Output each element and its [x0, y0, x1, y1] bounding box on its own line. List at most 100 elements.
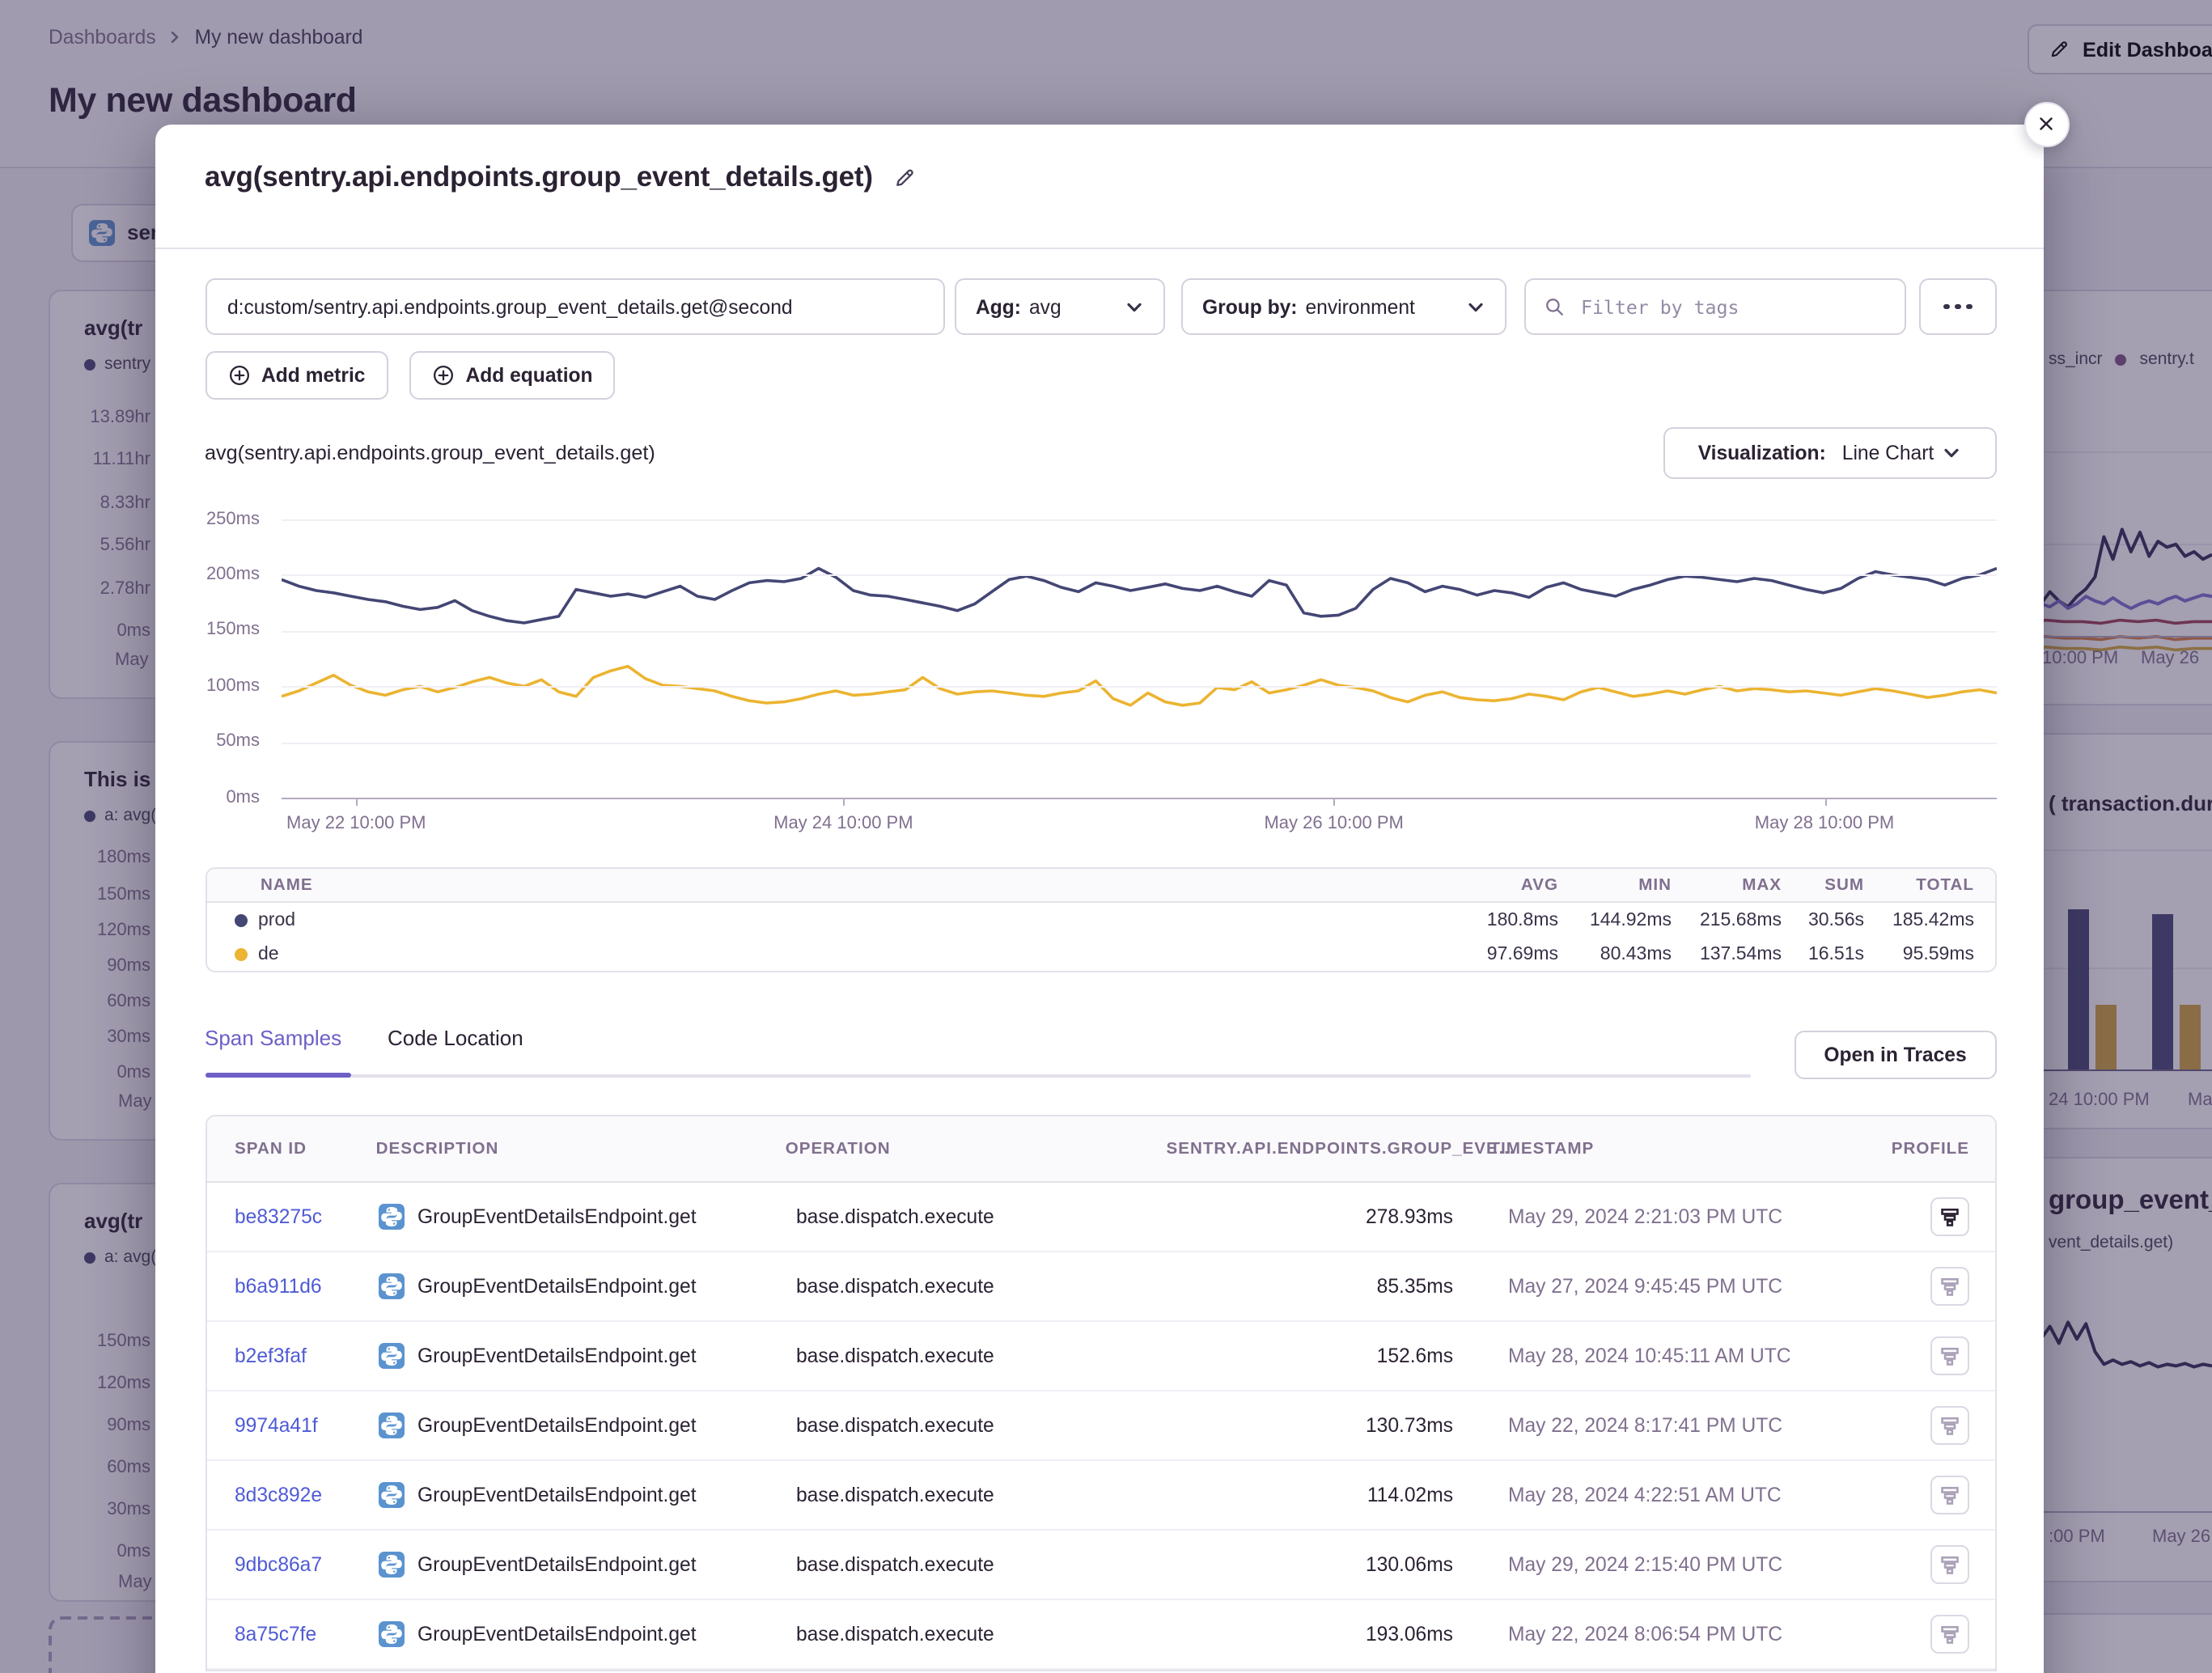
operation-cell: base.dispatch.execute [796, 1553, 1184, 1576]
table-row: 8a75c7fe GroupEventDetailsEndpoint.get b… [206, 1600, 1994, 1670]
rename-button[interactable] [894, 166, 917, 188]
chevron-down-icon [1125, 297, 1144, 316]
close-icon [2036, 113, 2057, 134]
profile-button[interactable] [1930, 1545, 1969, 1584]
visualization-select[interactable]: Visualization: Line Chart [1663, 427, 1996, 479]
series-dot [235, 913, 248, 926]
tag-filter-field [1524, 278, 1906, 335]
span-id-link[interactable]: 9974a41f [235, 1414, 318, 1437]
open-in-traces-button[interactable]: Open in Traces [1795, 1031, 1996, 1079]
profile-button[interactable] [1930, 1406, 1969, 1445]
profile-button[interactable] [1930, 1476, 1969, 1514]
modal-title: avg(sentry.api.endpoints.group_event_det… [205, 160, 873, 194]
gridline [281, 742, 1996, 743]
operation-cell: base.dispatch.execute [796, 1623, 1184, 1645]
col-min: MIN [1558, 876, 1672, 894]
duration-cell: 114.02ms [1184, 1484, 1453, 1506]
metric-query-input[interactable] [206, 295, 943, 318]
profile-icon [1939, 1345, 1961, 1367]
query-controls: Agg:avg Group by:environment [205, 278, 1996, 335]
y-tick-label: 150ms [205, 620, 260, 640]
aggregation-select[interactable]: Agg:avg [955, 278, 1165, 335]
profile-button[interactable] [1930, 1197, 1969, 1236]
duration-cell: 152.6ms [1184, 1345, 1453, 1367]
agg-label: Agg: [976, 295, 1021, 318]
profile-button[interactable] [1930, 1267, 1969, 1306]
description-text: GroupEventDetailsEndpoint.get [417, 1205, 697, 1228]
x-axis-tick [1824, 798, 1826, 806]
plus-circle-icon [227, 364, 250, 387]
col-name: NAME [206, 876, 1429, 894]
y-tick-label: 0ms [205, 787, 260, 807]
chart-title: avg(sentry.api.endpoints.group_event_det… [205, 442, 655, 464]
series-dot [235, 947, 248, 960]
col-operation: OPERATION [786, 1140, 1167, 1158]
span-id-link[interactable]: b2ef3faf [235, 1345, 307, 1367]
timestamp-cell: May 28, 2024 10:45:11 AM UTC [1508, 1345, 1917, 1367]
col-total: TOTAL [1864, 876, 1974, 894]
operation-cell: base.dispatch.execute [796, 1345, 1184, 1367]
add-metric-button[interactable]: Add metric [205, 351, 388, 400]
description-text: GroupEventDetailsEndpoint.get [417, 1275, 697, 1298]
x-tick-label: May 24 10:00 PM [746, 814, 940, 833]
y-tick-label: 200ms [205, 565, 260, 584]
add-equation-button[interactable]: Add equation [409, 351, 615, 400]
chevron-down-icon [1466, 297, 1485, 316]
col-max: MAX [1672, 876, 1782, 894]
x-tick-label: May 26 10:00 PM [1237, 814, 1431, 833]
python-icon [379, 1204, 405, 1230]
profile-button[interactable] [1930, 1336, 1969, 1375]
active-tab-indicator [205, 1072, 350, 1078]
group-by-label: Group by: [1202, 295, 1298, 318]
x-axis-tick [843, 798, 845, 806]
timestamp-cell: May 28, 2024 4:22:51 AM UTC [1508, 1484, 1917, 1506]
duration-cell: 130.73ms [1184, 1414, 1453, 1437]
span-id-link[interactable]: 8a75c7fe [235, 1623, 316, 1645]
profile-icon [1939, 1414, 1961, 1437]
timestamp-cell: May 22, 2024 8:06:54 PM UTC [1508, 1623, 1917, 1645]
description-text: GroupEventDetailsEndpoint.get [417, 1553, 697, 1576]
line-chart-canvas [281, 498, 1996, 806]
tab-track [205, 1074, 1751, 1077]
group-by-select[interactable]: Group by:environment [1181, 278, 1506, 335]
modal-header: avg(sentry.api.endpoints.group_event_det… [155, 125, 2044, 249]
description-text: GroupEventDetailsEndpoint.get [417, 1345, 697, 1367]
summary-row[interactable]: prod 180.8ms 144.92ms 215.68ms 30.56s 18… [206, 903, 1994, 937]
tab-span-samples[interactable]: Span Samples [205, 1026, 341, 1050]
span-id-link[interactable]: b6a911d6 [235, 1275, 322, 1298]
more-options-button[interactable] [1919, 278, 1996, 335]
col-avg: AVG [1429, 876, 1558, 894]
gridline [281, 631, 1996, 633]
description-cell: GroupEventDetailsEndpoint.get [379, 1482, 796, 1508]
description-text: GroupEventDetailsEndpoint.get [417, 1623, 697, 1645]
summary-table-header: NAME AVG MIN MAX SUM TOTAL [206, 869, 1994, 903]
tag-filter-input[interactable] [1578, 294, 1887, 320]
span-id-link[interactable]: 8d3c892e [235, 1484, 322, 1506]
col-profile: PROFILE [1892, 1140, 1994, 1158]
close-modal-button[interactable] [2023, 101, 2069, 146]
description-cell: GroupEventDetailsEndpoint.get [379, 1273, 796, 1299]
visualization-value: Line Chart [1842, 442, 1934, 464]
table-row: be83275c GroupEventDetailsEndpoint.get b… [206, 1183, 1994, 1252]
profile-button[interactable] [1930, 1615, 1969, 1654]
series-name: prod [258, 910, 295, 930]
span-id-link[interactable]: be83275c [235, 1205, 322, 1228]
col-span-id: SPAN ID [235, 1140, 376, 1158]
col-description: DESCRIPTION [376, 1140, 786, 1158]
sum-value: 16.51s [1782, 944, 1864, 964]
sum-value: 30.56s [1782, 910, 1864, 930]
python-icon [379, 1552, 405, 1578]
span-id-link[interactable]: 9dbc86a7 [235, 1553, 322, 1576]
timestamp-cell: May 29, 2024 2:15:40 PM UTC [1508, 1553, 1917, 1576]
summary-row[interactable]: de 97.69ms 80.43ms 137.54ms 16.51s 95.59… [206, 937, 1994, 971]
pencil-icon [894, 166, 917, 188]
viewport: Dashboards My new dashboard My new dashb… [0, 0, 2212, 1673]
description-cell: GroupEventDetailsEndpoint.get [379, 1204, 796, 1230]
search-icon [1544, 296, 1565, 317]
profile-icon [1939, 1484, 1961, 1506]
summary-table: NAME AVG MIN MAX SUM TOTAL prod 180.8ms … [205, 867, 1996, 972]
tab-code-location[interactable]: Code Location [388, 1026, 523, 1050]
col-timestamp: TIMESTAMP [1489, 1140, 1891, 1158]
operation-cell: base.dispatch.execute [796, 1414, 1184, 1437]
line-chart: 0ms50ms100ms150ms200ms250msMay 22 10:00 … [205, 498, 1996, 846]
